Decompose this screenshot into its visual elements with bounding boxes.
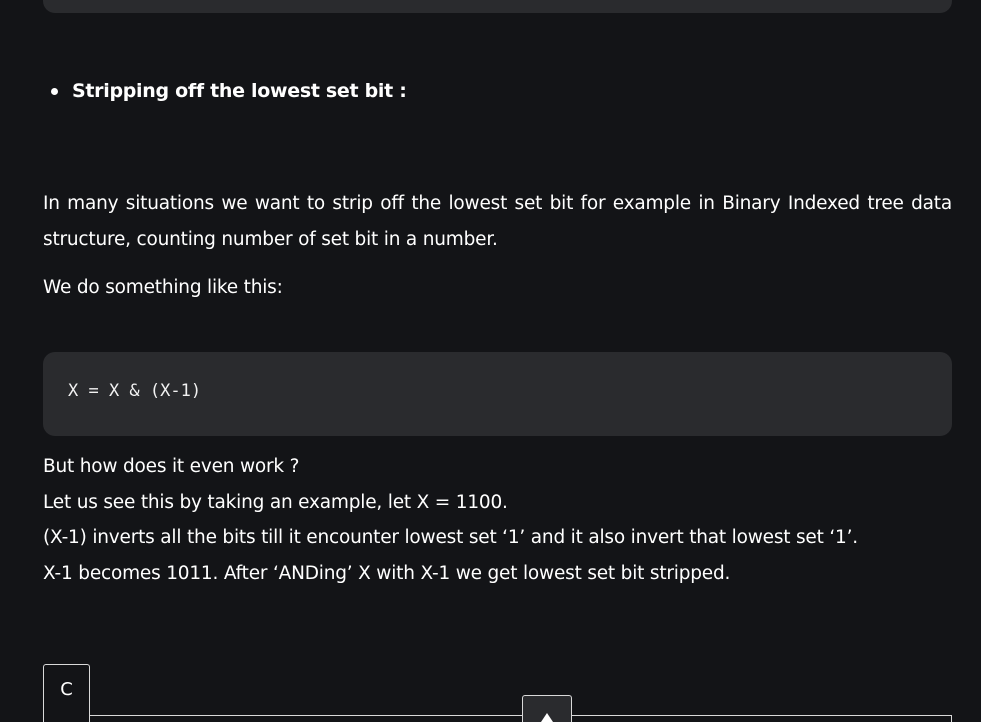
- explanation-line: Let us see this by taking an example, le…: [43, 491, 508, 513]
- code-tab-panel-border: [43, 715, 952, 722]
- explanation-line: (X-1) inverts all the bits till it encou…: [43, 527, 858, 548]
- section-bullet-heading: Stripping off the lowest set bit :: [43, 76, 407, 106]
- code-snippet: X = X & (X-1): [68, 381, 202, 401]
- language-tab-c[interactable]: C: [43, 664, 90, 722]
- previous-code-block: [43, 0, 952, 13]
- explanation-line: X-1 becomes 1011. After ‘ANDing’ X with …: [43, 562, 731, 584]
- explanation-block: But how does it even work ? Let us see t…: [43, 449, 952, 591]
- section-bullet-list: Stripping off the lowest set bit :: [43, 76, 407, 106]
- intro-paragraph: In many situations we want to strip off …: [43, 193, 952, 250]
- caret-up-icon: [541, 713, 553, 722]
- scroll-to-top-button[interactable]: [522, 695, 572, 722]
- bullet-heading-text: Stripping off the lowest set bit :: [72, 80, 407, 102]
- bullet-icon: [51, 87, 58, 95]
- code-block: X = X & (X-1): [43, 352, 952, 436]
- explanation-line: But how does it even work ?: [43, 456, 300, 477]
- article-page: Stripping off the lowest set bit : In ma…: [0, 0, 981, 722]
- lead-in-paragraph: We do something like this:: [43, 277, 283, 298]
